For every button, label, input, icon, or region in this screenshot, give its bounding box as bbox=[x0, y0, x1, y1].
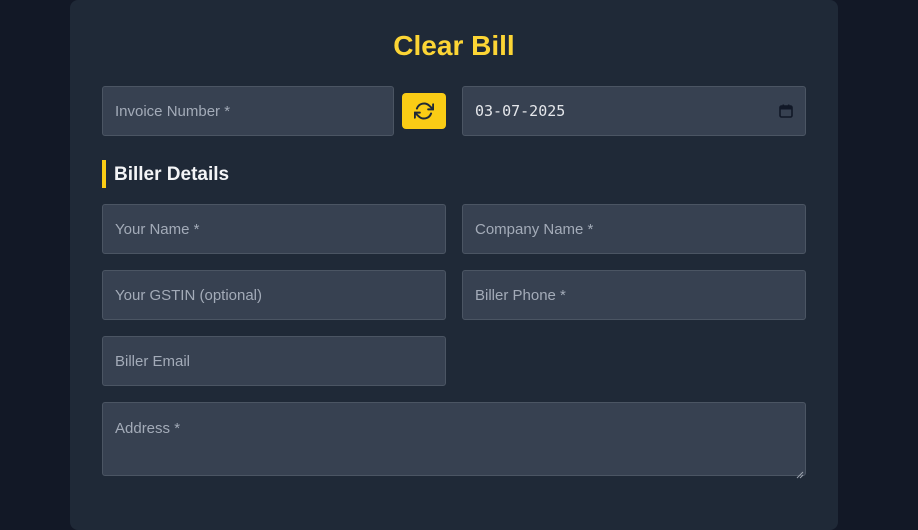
textarea-resize-icon[interactable] bbox=[796, 466, 804, 479]
refresh-icon bbox=[414, 101, 434, 121]
biller-name-input[interactable] bbox=[102, 204, 446, 254]
biller-email-input[interactable] bbox=[102, 336, 446, 386]
calendar-icon[interactable] bbox=[779, 104, 793, 118]
invoice-date-input[interactable]: 03-07-2025 bbox=[462, 86, 806, 136]
company-name-input[interactable] bbox=[462, 204, 806, 254]
regenerate-invoice-button[interactable] bbox=[402, 93, 446, 129]
invoice-number-input[interactable] bbox=[102, 86, 394, 136]
page-title: Clear Bill bbox=[393, 30, 515, 61]
address-textarea[interactable] bbox=[102, 402, 806, 476]
gstin-input[interactable] bbox=[102, 270, 446, 320]
biller-phone-input[interactable] bbox=[462, 270, 806, 320]
biller-details-heading: Biller Details bbox=[102, 160, 229, 188]
clear-bill-card: Clear Bill 03-07-2025 Biller Details bbox=[70, 0, 838, 530]
invoice-date-value: 03-07-2025 bbox=[475, 102, 566, 120]
